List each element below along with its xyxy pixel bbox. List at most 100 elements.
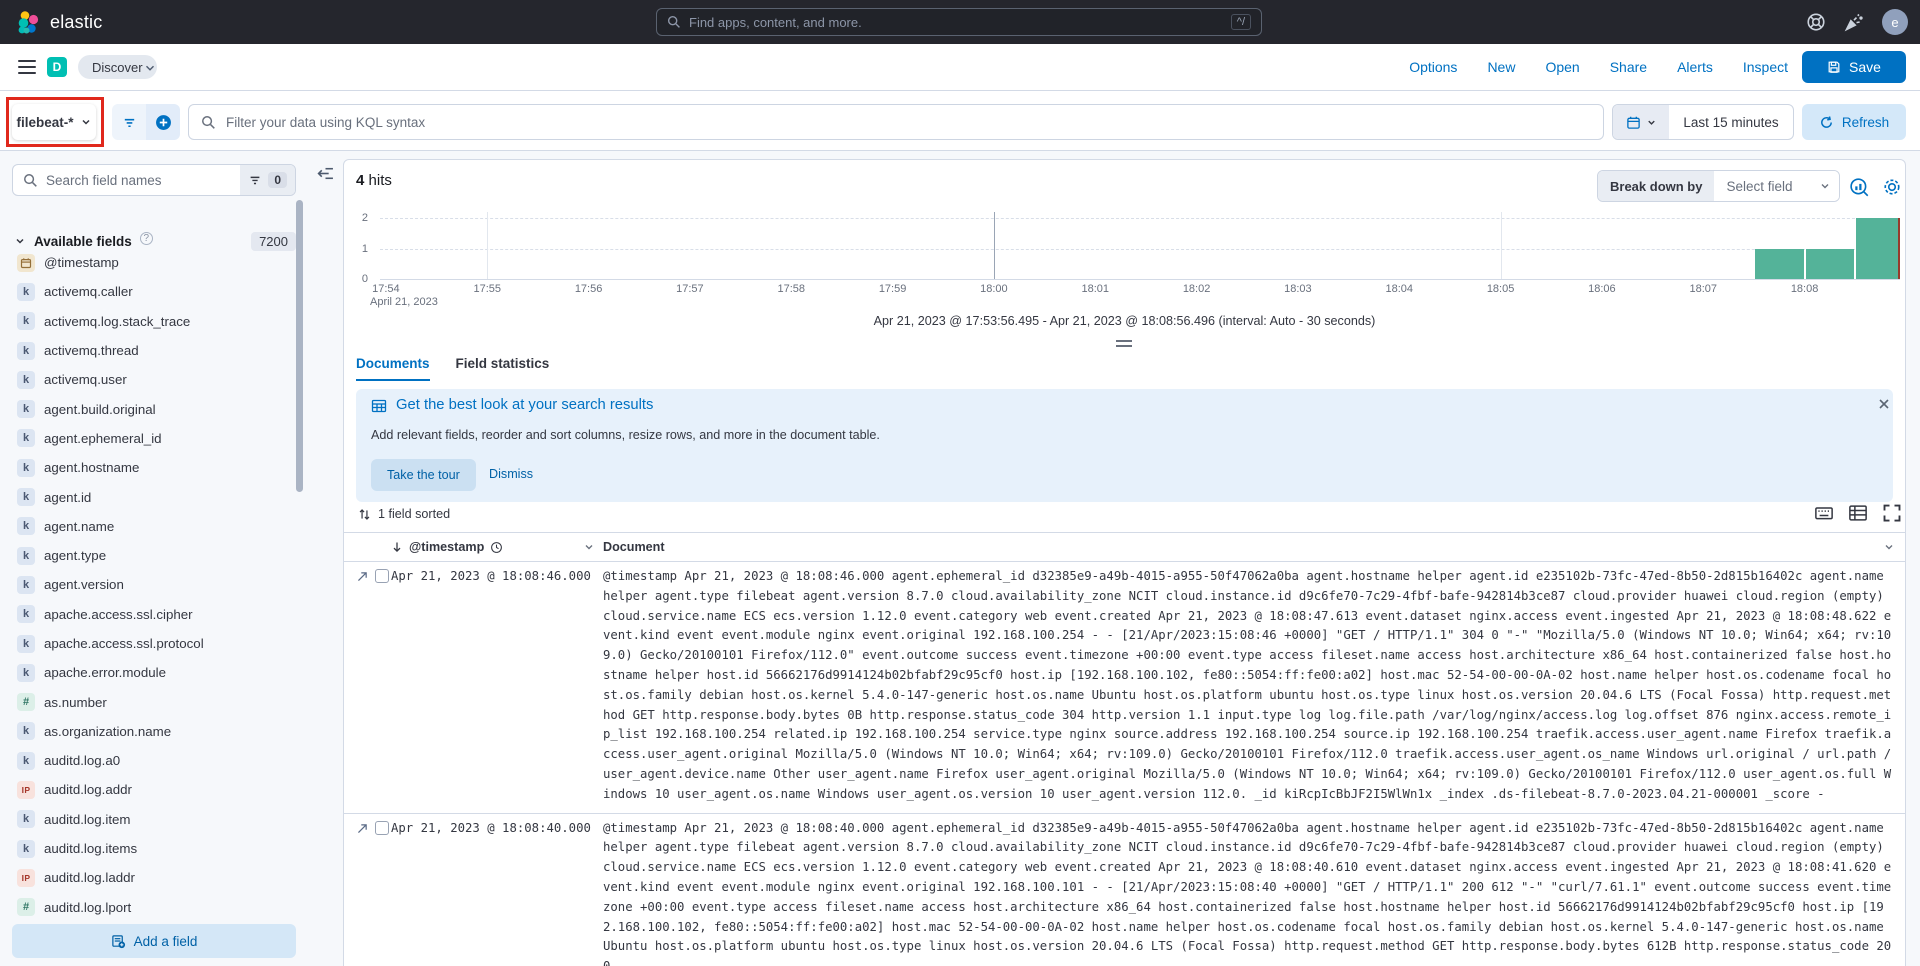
collapse-sidebar-icon[interactable] bbox=[315, 163, 335, 183]
document-cell: @timestamp Apr 21, 2023 @ 18:08:40.000 a… bbox=[603, 814, 1905, 966]
field-item-as.number[interactable]: #as.number bbox=[12, 687, 292, 716]
histogram-bar[interactable] bbox=[1755, 249, 1804, 280]
histogram-chart[interactable]: April 21, 2023 17:5417:5517:5617:5717:58… bbox=[380, 218, 1900, 279]
kql-query-input[interactable] bbox=[226, 115, 1591, 130]
field-item-auditd.log.lport[interactable]: #auditd.log.lport bbox=[12, 893, 292, 922]
field-item-auditd.log.addr[interactable]: IPauditd.log.addr bbox=[12, 775, 292, 804]
x-axis-tick-label: 18:07 bbox=[1689, 283, 1717, 295]
date-picker-menu-button[interactable] bbox=[1613, 105, 1669, 139]
save-button[interactable]: Save bbox=[1802, 51, 1906, 83]
sidebar-scrollbar[interactable] bbox=[296, 200, 303, 492]
field-type-keyword-icon: k bbox=[17, 547, 35, 565]
keyboard-shortcuts-icon[interactable] bbox=[1814, 503, 1834, 523]
time-range-display[interactable]: Last 15 minutes bbox=[1669, 105, 1793, 139]
nav-link-alerts[interactable]: Alerts bbox=[1677, 59, 1713, 75]
column-actions-chevron-icon[interactable] bbox=[1883, 541, 1895, 553]
field-type-keyword-icon: k bbox=[17, 400, 35, 418]
chart-resize-handle[interactable] bbox=[1116, 340, 1132, 347]
nav-link-open[interactable]: Open bbox=[1545, 59, 1579, 75]
document-grid: Apr 21, 2023 @ 18:08:46.000@timestamp Ap… bbox=[344, 562, 1905, 966]
breadcrumb-chevron-icon[interactable] bbox=[143, 61, 157, 75]
field-item-@timestamp[interactable]: @timestamp bbox=[12, 248, 292, 277]
take-tour-button[interactable]: Take the tour bbox=[371, 459, 476, 491]
add-filter-button[interactable] bbox=[146, 104, 180, 140]
field-filter-button[interactable]: 0 bbox=[240, 164, 295, 196]
field-type-keyword-icon: k bbox=[17, 664, 35, 682]
sort-desc-arrow-icon bbox=[391, 541, 403, 553]
menu-icon[interactable] bbox=[18, 60, 36, 74]
field-name: agent.build.original bbox=[44, 402, 156, 417]
space-badge[interactable]: D bbox=[47, 57, 67, 77]
column-actions-chevron-icon[interactable] bbox=[583, 541, 595, 553]
field-item-activemq.thread[interactable]: kactivemq.thread bbox=[12, 336, 292, 365]
field-item-agent.version[interactable]: kagent.version bbox=[12, 570, 292, 599]
field-search[interactable]: 0 bbox=[12, 164, 296, 196]
document-column-header[interactable]: Document bbox=[603, 540, 1905, 554]
field-item-auditd.log.a0[interactable]: kauditd.log.a0 bbox=[12, 746, 292, 775]
header-actions: e bbox=[1806, 0, 1908, 44]
fullscreen-icon[interactable] bbox=[1882, 503, 1902, 523]
dismiss-button[interactable]: Dismiss bbox=[489, 467, 533, 481]
help-icon[interactable] bbox=[1806, 12, 1826, 32]
expand-document-icon[interactable] bbox=[356, 570, 369, 583]
data-view-picker[interactable]: filebeat-* bbox=[12, 104, 96, 140]
field-item-agent.build.original[interactable]: k agent.build.original bbox=[12, 394, 292, 423]
close-icon[interactable] bbox=[1876, 396, 1892, 412]
field-type-keyword-icon: k bbox=[17, 312, 35, 330]
field-item-auditd.log.items[interactable]: kauditd.log.items bbox=[12, 834, 292, 863]
tab-field-statistics[interactable]: Field statistics bbox=[456, 356, 550, 381]
field-item-agent.id[interactable]: kagent.id bbox=[12, 482, 292, 511]
field-item-agent.hostname[interactable]: kagent.hostname bbox=[12, 453, 292, 482]
data-view-name: filebeat-* bbox=[16, 115, 73, 130]
field-item-apache.error.module[interactable]: kapache.error.module bbox=[12, 658, 292, 687]
edit-visualization-icon[interactable] bbox=[1849, 177, 1869, 197]
breakdown-placeholder: Select field bbox=[1726, 179, 1792, 194]
newsfeed-icon[interactable] bbox=[1844, 12, 1864, 32]
y-axis-tick-label: 0 bbox=[362, 273, 368, 285]
nav-link-share[interactable]: Share bbox=[1610, 59, 1647, 75]
field-search-input[interactable] bbox=[38, 173, 240, 188]
field-item-agent.type[interactable]: kagent.type bbox=[12, 541, 292, 570]
select-row-checkbox[interactable] bbox=[375, 569, 389, 583]
add-field-button[interactable]: Add a field bbox=[12, 924, 296, 958]
keyboard-shortcut-hint: ^/ bbox=[1231, 14, 1251, 30]
row-density-icon[interactable] bbox=[1848, 503, 1868, 523]
field-item-agent.ephemeral_id[interactable]: kagent.ephemeral_id bbox=[12, 424, 292, 453]
sort-fields-button[interactable]: 1 field sorted bbox=[358, 507, 450, 521]
x-axis-tick-label: 17:58 bbox=[777, 283, 805, 295]
field-item-agent.name[interactable]: kagent.name bbox=[12, 512, 292, 541]
field-item-activemq.caller[interactable]: kactivemq.caller bbox=[12, 277, 292, 306]
nav-link-options[interactable]: Options bbox=[1409, 59, 1457, 75]
histogram-bar[interactable] bbox=[1806, 249, 1855, 280]
x-axis-tick-label: 17:55 bbox=[473, 283, 501, 295]
global-search-input[interactable] bbox=[689, 15, 1223, 30]
field-item-activemq.log.stack_trace[interactable]: kactivemq.log.stack_trace bbox=[12, 307, 292, 336]
field-item-apache.access.ssl.cipher[interactable]: kapache.access.ssl.cipher bbox=[12, 600, 292, 629]
nav-link-new[interactable]: New bbox=[1487, 59, 1515, 75]
timestamp-column-header[interactable]: @timestamp bbox=[391, 540, 603, 554]
x-axis-tick-label: 17:56 bbox=[575, 283, 603, 295]
kql-query-bar[interactable] bbox=[188, 104, 1604, 140]
field-item-apache.access.ssl.protocol[interactable]: kapache.access.ssl.protocol bbox=[12, 629, 292, 658]
histogram-bar[interactable] bbox=[1856, 218, 1899, 279]
table-row: Apr 21, 2023 @ 18:08:46.000@timestamp Ap… bbox=[344, 562, 1905, 814]
elastic-logo[interactable]: elastic bbox=[16, 0, 102, 44]
field-item-as.organization.name[interactable]: kas.organization.name bbox=[12, 717, 292, 746]
select-row-checkbox[interactable] bbox=[375, 821, 389, 835]
y-axis-tick-label: 2 bbox=[362, 212, 368, 224]
tab-documents[interactable]: Documents bbox=[356, 356, 430, 381]
field-item-auditd.log.laddr[interactable]: IPauditd.log.laddr bbox=[12, 863, 292, 892]
global-search-bar[interactable]: ^/ bbox=[656, 8, 1262, 36]
clock-icon bbox=[490, 541, 503, 554]
user-avatar[interactable]: e bbox=[1882, 9, 1908, 35]
x-axis-tick-label: 18:03 bbox=[1284, 283, 1312, 295]
refresh-button[interactable]: Refresh bbox=[1802, 104, 1906, 140]
saved-query-menu-button[interactable] bbox=[112, 104, 146, 140]
expand-document-icon[interactable] bbox=[356, 822, 369, 835]
field-type-ip-icon: IP bbox=[17, 869, 35, 887]
nav-link-inspect[interactable]: Inspect bbox=[1743, 59, 1788, 75]
field-item-auditd.log.item[interactable]: kauditd.log.item bbox=[12, 805, 292, 834]
field-item-activemq.user[interactable]: kactivemq.user bbox=[12, 365, 292, 394]
breakdown-field-select[interactable]: Select field bbox=[1714, 171, 1839, 201]
chart-options-gear-icon[interactable] bbox=[1882, 177, 1902, 197]
